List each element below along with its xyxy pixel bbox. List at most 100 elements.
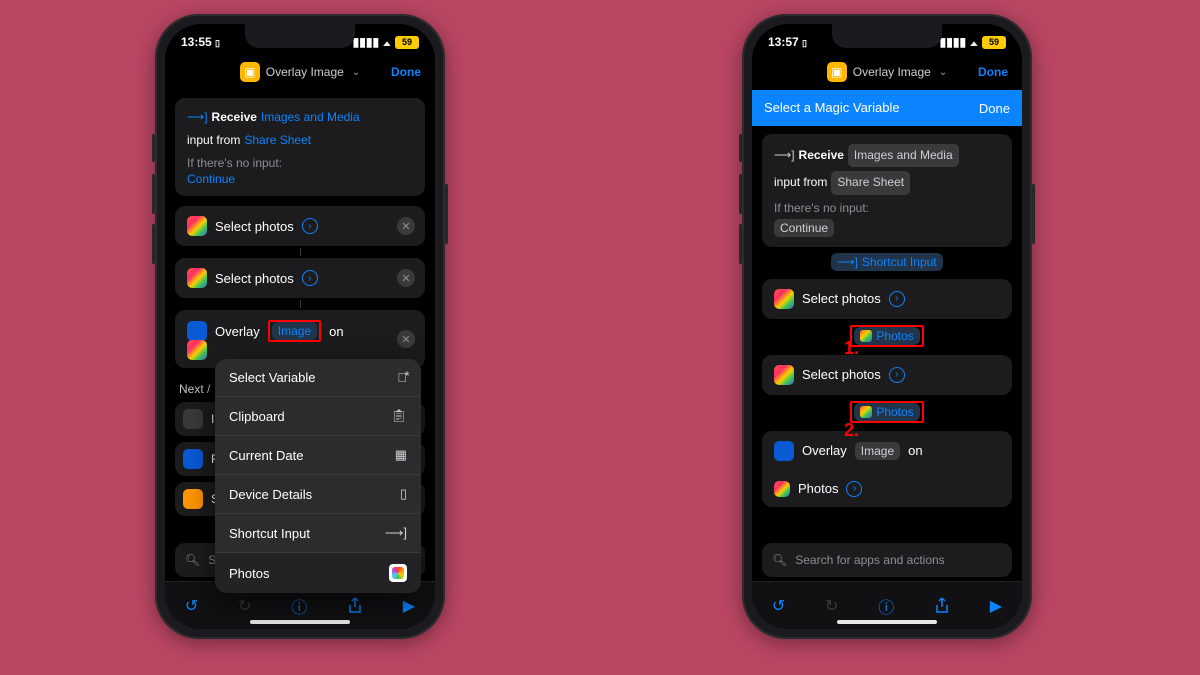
highlight-box-1: Photos — [850, 325, 923, 347]
fallback-action[interactable]: Continue — [774, 219, 834, 237]
undo-icon[interactable]: ↺ — [772, 596, 785, 616]
expand-icon[interactable]: › — [889, 367, 905, 383]
info-icon[interactable]: ⓘ — [291, 594, 307, 618]
input-types[interactable]: Images and Media — [848, 144, 959, 167]
input-icon: ⟶] — [385, 525, 407, 541]
photos-app-icon — [774, 481, 790, 497]
photos-app-icon — [187, 340, 207, 360]
undo-icon[interactable]: ↺ — [185, 596, 198, 616]
chevron-down-icon[interactable]: ⌄ — [939, 67, 947, 78]
notch — [245, 24, 355, 48]
highlight-box-2: Photos — [850, 401, 923, 423]
next-suggestions-label: Next / — [179, 382, 210, 396]
expand-icon[interactable]: › — [889, 291, 905, 307]
wifi-icon — [383, 35, 391, 49]
home-indicator[interactable] — [250, 620, 350, 624]
suggestion-icon — [183, 489, 203, 509]
expand-icon[interactable]: › — [302, 270, 318, 286]
photos-app-icon — [774, 289, 794, 309]
action-label: Select photos — [802, 291, 881, 306]
menu-device-details[interactable]: Device Details ▯ — [215, 475, 421, 514]
input-from-label: input from — [187, 131, 240, 150]
done-button[interactable]: Done — [978, 65, 1008, 79]
menu-current-date[interactable]: Current Date ▦ — [215, 436, 421, 475]
select-photos-action-2[interactable]: Select photos › ✕ — [175, 258, 425, 298]
input-source[interactable]: Share Sheet — [831, 171, 910, 194]
home-indicator[interactable] — [837, 620, 937, 624]
delete-action-icon[interactable]: ✕ — [397, 330, 415, 348]
expand-icon[interactable]: › — [302, 218, 318, 234]
banner-title: Select a Magic Variable — [764, 100, 900, 116]
photos-app-icon — [774, 365, 794, 385]
search-field[interactable]: 🔍︎ Search for apps and actions — [762, 543, 1012, 577]
input-icon: ⟶] — [774, 146, 795, 165]
wifi-icon — [970, 35, 978, 49]
redo-icon: ↻ — [825, 596, 838, 616]
calendar-icon: ▦ — [395, 447, 407, 463]
menu-photos[interactable]: Photos — [215, 553, 421, 593]
photos-app-icon — [860, 330, 872, 342]
receive-block[interactable]: ⟶] Receive Images and Media input from S… — [762, 134, 1012, 246]
select-photos-action-1[interactable]: Select photos › — [762, 279, 1012, 319]
action-label: Select photos — [215, 219, 294, 234]
photos-variable-1[interactable]: Photos — [854, 327, 919, 345]
search-icon: 🔍︎ — [772, 553, 787, 567]
overlay-action-icon — [187, 321, 207, 341]
select-photos-action-2[interactable]: Select photos › — [762, 355, 1012, 395]
select-photos-action-1[interactable]: Select photos › ✕ — [175, 206, 425, 246]
no-input-label: If there's no input: — [187, 156, 413, 170]
share-icon[interactable] — [347, 597, 363, 615]
overlay-label: Overlay — [802, 443, 847, 458]
photos-variable-2[interactable]: Photos — [854, 403, 919, 421]
signal-icon: ▮▮▮▮ — [353, 35, 379, 49]
battery-icon: 59 — [982, 36, 1006, 49]
receive-block[interactable]: ⟶] Receive Images and Media input from S… — [175, 98, 425, 196]
play-icon[interactable]: ▶ — [403, 596, 415, 616]
overlay-action[interactable]: Overlay Image on Photos › — [762, 431, 1012, 507]
search-icon: 🔍︎ — [185, 553, 200, 567]
receive-label: Receive — [799, 146, 844, 165]
image-variable-token[interactable]: Image — [272, 322, 317, 340]
phone-right: 13:57 ▯ ▮▮▮▮ 59 ▣ Overlay Image ⌄ Done S… — [742, 14, 1032, 639]
expand-icon[interactable]: › — [846, 481, 862, 497]
input-icon: ⟶] — [837, 255, 858, 269]
share-icon[interactable] — [934, 597, 950, 615]
delete-action-icon[interactable]: ✕ — [397, 217, 415, 235]
input-source[interactable]: Share Sheet — [244, 131, 311, 150]
chevron-down-icon[interactable]: ⌄ — [352, 67, 360, 78]
header-title[interactable]: Overlay Image — [853, 65, 931, 79]
redo-icon: ↻ — [238, 596, 251, 616]
status-time: 13:55 ▯ — [181, 35, 220, 49]
device-icon: ▯ — [400, 486, 407, 502]
fallback-action[interactable]: Continue — [187, 172, 413, 186]
magic-variable-banner: Select a Magic Variable Done — [752, 90, 1022, 126]
no-input-label: If there's no input: — [774, 201, 1000, 215]
input-types[interactable]: Images and Media — [261, 108, 360, 127]
status-time: 13:57 ▯ — [768, 35, 807, 49]
highlight-box: Image — [268, 320, 321, 342]
menu-clipboard[interactable]: Clipboard 📋︎ — [215, 397, 421, 436]
menu-select-variable[interactable]: Select Variable ✦⃰ — [215, 359, 421, 397]
info-icon[interactable]: ⓘ — [878, 594, 894, 618]
search-placeholder: Search for apps and actions — [795, 553, 944, 567]
delete-action-icon[interactable]: ✕ — [397, 269, 415, 287]
second-image-label[interactable]: Photos — [798, 481, 838, 496]
done-button[interactable]: Done — [391, 65, 421, 79]
play-icon[interactable]: ▶ — [990, 596, 1002, 616]
overlay-label: Overlay — [215, 324, 260, 339]
banner-done-button[interactable]: Done — [979, 101, 1010, 116]
annotation-1: 1. — [844, 338, 859, 359]
phone-left: 13:55 ▯ ▮▮▮▮ 59 ▣ Overlay Image ⌄ Done ⟶… — [155, 14, 445, 639]
shortcut-input-variable[interactable]: ⟶] Shortcut Input — [831, 253, 942, 271]
menu-shortcut-input[interactable]: Shortcut Input ⟶] — [215, 514, 421, 553]
nav-header: ▣ Overlay Image ⌄ Done — [752, 54, 1022, 90]
header-title[interactable]: Overlay Image — [266, 65, 344, 79]
annotation-2: 2. — [844, 420, 859, 441]
image-token[interactable]: Image — [855, 442, 900, 460]
suggestion-icon — [183, 409, 203, 429]
photos-app-icon — [187, 268, 207, 288]
overlay-app-icon: ▣ — [240, 62, 260, 82]
clipboard-icon: 📋︎ — [390, 408, 407, 424]
notch — [832, 24, 942, 48]
overlay-app-icon: ▣ — [827, 62, 847, 82]
